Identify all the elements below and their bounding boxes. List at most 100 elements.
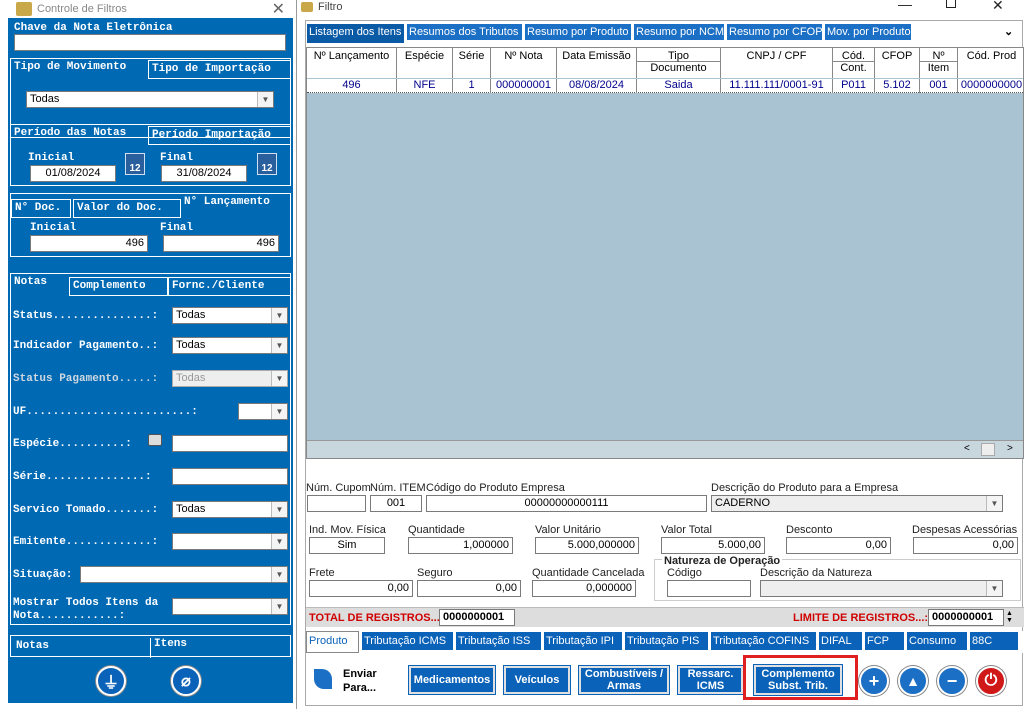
table-row[interactable]: 496 NFE 1 000000001 08/08/2024 Saida 11.… (307, 79, 1023, 93)
col-header[interactable]: Data Emissão (557, 48, 637, 78)
col-header[interactable]: Cód. Cont. (833, 48, 875, 78)
scroll-left-icon[interactable]: < (964, 443, 970, 454)
tab-fcp[interactable]: FCP (864, 631, 905, 651)
maximize-icon[interactable] (946, 0, 956, 8)
chevron-double-down-icon[interactable]: ⌄ (1004, 25, 1013, 38)
tab-mov-produto[interactable]: Mov. por Produto (824, 23, 912, 41)
col-header[interactable]: Nº Nota (491, 48, 557, 78)
mostrar-itens-select[interactable]: ▼ (172, 598, 288, 615)
indicador-pagamento-value: Todas (176, 339, 206, 351)
situacao-select[interactable]: ▼ (80, 566, 288, 583)
especie-input[interactable] (172, 435, 288, 452)
enviar-group[interactable]: Enviar Para... (310, 665, 400, 695)
num-cupom-input[interactable] (307, 495, 366, 512)
col-header[interactable]: CNPJ / CPF (721, 48, 833, 78)
col-header[interactable]: Série (453, 48, 491, 78)
serie-input[interactable] (172, 468, 288, 485)
close-icon[interactable]: ✕ (272, 0, 285, 19)
col-header[interactable]: CFOP (875, 48, 920, 78)
complemento-subst-trib-button[interactable]: Complemento Subst. Trib. (753, 664, 843, 696)
scroll-right-icon[interactable]: > (1007, 443, 1013, 454)
tab-ndoc[interactable]: N° Doc. (11, 199, 71, 218)
printer-icon[interactable] (148, 434, 162, 446)
data-inicial-input[interactable]: 01/08/2024 (30, 165, 116, 182)
lanc-final-input[interactable]: 496 (163, 235, 279, 252)
vunit-input[interactable]: 5.000,000000 (535, 537, 639, 554)
tab-produto[interactable]: Produto (306, 631, 359, 653)
col-header[interactable]: Cód. Prod (958, 48, 1023, 78)
tab-bottom-itens[interactable]: Itens (151, 636, 291, 655)
desconto-input[interactable]: 0,00 (786, 537, 891, 554)
tab-notas[interactable]: Notas (11, 274, 69, 296)
tab-difal[interactable]: DIFAL (818, 631, 863, 651)
calendar-icon[interactable]: 12 (125, 153, 145, 175)
num-item-input[interactable]: 001 (370, 495, 422, 512)
col-header-label: Tipo (637, 48, 720, 62)
scroll-thumb[interactable] (981, 443, 995, 456)
col-header-label: Data Emissão (562, 50, 631, 62)
tab-tributacao-icms[interactable]: Tributação ICMS (361, 631, 454, 651)
power-icon[interactable]: ⏻ (976, 666, 1006, 696)
uf-select[interactable]: ▼ (238, 403, 288, 420)
spin-icon[interactable]: ▲ ▼ (1006, 610, 1013, 624)
tab-tributacao-iss[interactable]: Tributação ISS (455, 631, 542, 651)
serie-label: Série...............: (13, 471, 152, 483)
tab-periodo-importacao[interactable]: Período Importação (148, 126, 291, 145)
col-header[interactable]: Espécie (397, 48, 453, 78)
tab-88c[interactable]: 88C (969, 631, 1019, 651)
desp-input[interactable]: 0,00 (913, 537, 1018, 554)
tab-resumos-tributos[interactable]: Resumos dos Tributos (406, 23, 523, 41)
tab-tributacao-ipi[interactable]: Tributação IPI (543, 631, 623, 651)
emitente-select[interactable]: ▼ (172, 533, 288, 550)
tab-complemento[interactable]: Complemento (69, 277, 168, 296)
limite-value[interactable]: 0000000001 (928, 609, 1004, 626)
tab-resumo-ncm[interactable]: Resumo por NCM (633, 23, 725, 41)
medicamentos-button[interactable]: Medicamentos (408, 665, 496, 695)
filter-icon[interactable]: ⏚ (96, 666, 126, 696)
tab-tributacao-pis[interactable]: Tributação PIS (624, 631, 709, 651)
ind-mov-input[interactable]: Sim (309, 537, 385, 554)
col-header[interactable]: Nº Item (920, 48, 958, 78)
chave-input[interactable] (14, 34, 286, 51)
tab-tipo-importacao[interactable]: Tipo de Importação (148, 60, 291, 79)
minimize-icon[interactable]: — (898, 0, 912, 12)
tab-tributacao-cofins[interactable]: Tributação COFINS (710, 631, 817, 651)
tab-resumo-produto[interactable]: Resumo por Produto (524, 23, 632, 41)
tab-nlancamento[interactable]: N° Lançamento (181, 194, 291, 218)
veiculos-button[interactable]: Veículos (503, 665, 571, 695)
servico-tomado-select[interactable]: Todas ▼ (172, 501, 288, 518)
col-header[interactable]: Nº Lançamento (307, 48, 397, 78)
frete-input[interactable]: 0,00 (309, 580, 413, 597)
horizontal-scrollbar[interactable]: < > (307, 440, 1023, 458)
indicador-pagamento-select[interactable]: Todas ▼ (172, 337, 288, 354)
seguro-input[interactable]: 0,00 (417, 580, 521, 597)
tipo-select[interactable]: Todas ▼ (26, 91, 274, 108)
tab-periodo-notas[interactable]: Período das Notas (11, 125, 148, 145)
tab-consumo[interactable]: Consumo (906, 631, 968, 651)
tab-bottom-notas[interactable]: Notas (13, 638, 151, 658)
col-header[interactable]: Tipo Documento (637, 48, 721, 78)
data-final-input[interactable]: 31/08/2024 (161, 165, 247, 182)
vtotal-input[interactable]: 5.000,00 (661, 537, 765, 554)
chevron-down-icon: ▼ (986, 496, 1002, 511)
ressarc-icms-button[interactable]: Ressarc. ICMS (677, 665, 744, 695)
chevron-down-icon: ▼ (257, 92, 273, 107)
qtd-canc-input[interactable]: 0,000000 (532, 580, 636, 597)
tab-valor-doc[interactable]: Valor do Doc. (73, 199, 181, 218)
close-icon[interactable]: ✕ (992, 0, 1004, 14)
cod-prod-input[interactable]: 00000000000111 (426, 495, 707, 512)
tab-tipo-movimento[interactable]: Tipo de Movimento (11, 59, 148, 79)
combustiveis-armas-button[interactable]: Combustíveis / Armas (578, 665, 670, 695)
tab-listagem-itens[interactable]: Listagem dos Itens (306, 23, 405, 44)
tab-resumo-cfop[interactable]: Resumo por CFOP (726, 23, 823, 41)
lanc-inicial-input[interactable]: 496 (30, 235, 148, 252)
add-icon[interactable]: + (859, 666, 889, 696)
codigo-input[interactable] (667, 580, 751, 597)
remove-icon[interactable]: − (937, 666, 967, 696)
status-select[interactable]: Todas ▼ (172, 307, 288, 324)
tab-fornc-cliente[interactable]: Fornc./Cliente (168, 277, 291, 296)
clear-filter-icon[interactable]: ⌀ (171, 666, 201, 696)
calendar-icon[interactable]: 12 (257, 153, 277, 175)
qtd-input[interactable]: 1,000000 (408, 537, 513, 554)
up-arrow-icon[interactable]: ▲ (898, 666, 928, 696)
